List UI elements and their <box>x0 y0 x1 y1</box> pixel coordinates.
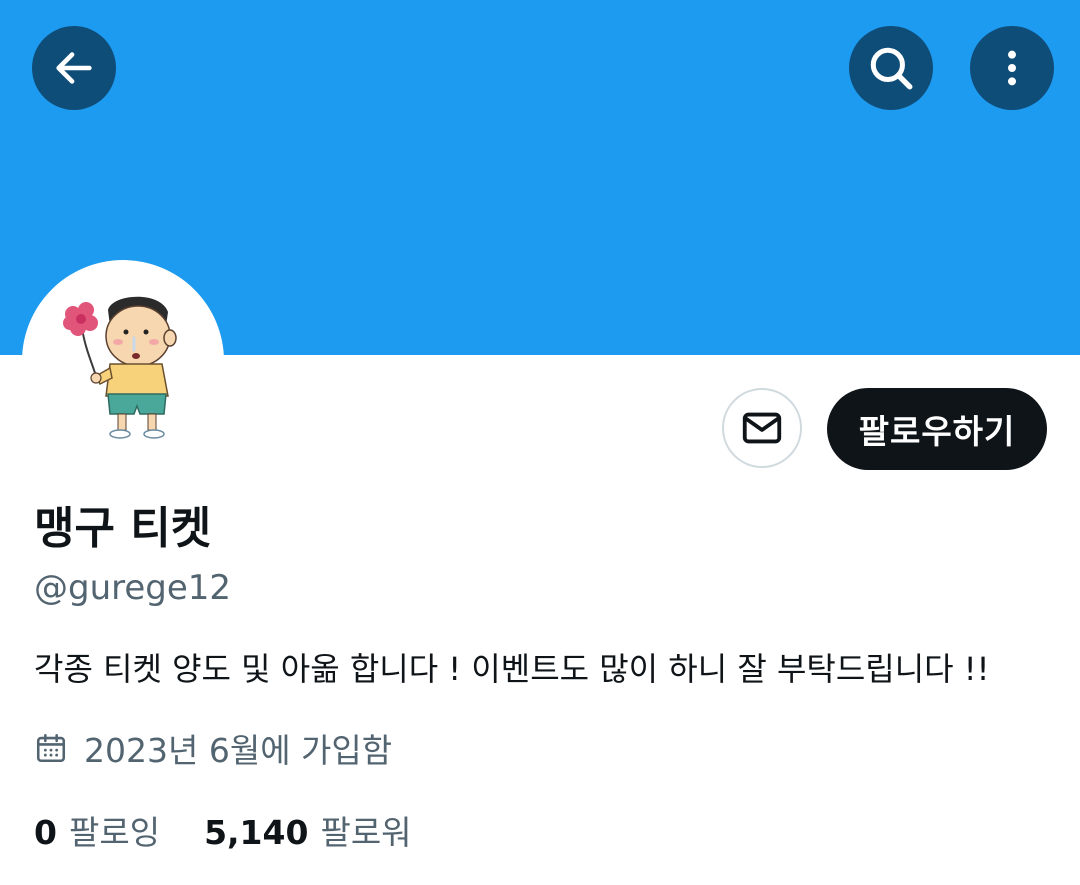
avatar-image <box>30 268 216 454</box>
more-vertical-icon <box>1008 50 1016 86</box>
follow-button[interactable]: 팔로우하기 <box>827 388 1047 470</box>
user-handle: @gurege12 <box>34 568 232 608</box>
join-date-text: 2023년 6월에 가입함 <box>84 731 393 770</box>
following-label: 팔로잉 <box>68 813 161 852</box>
following-link[interactable]: 0 팔로잉 <box>34 806 160 854</box>
followers-label: 팔로워 <box>320 813 412 852</box>
display-name: 맹구 티켓 <box>34 503 212 554</box>
calendar-icon <box>34 731 68 765</box>
message-button[interactable] <box>722 388 802 468</box>
profile-bio: 각종 티켓 양도 및 아옮 합니다 ! 이벤트도 많이 하니 잘 부탁드립니다 … <box>34 650 990 688</box>
search-icon <box>870 47 913 90</box>
search-button[interactable] <box>849 26 933 110</box>
mail-icon <box>742 412 782 444</box>
more-options-button[interactable] <box>970 26 1054 110</box>
followers-count: 5,140 <box>204 813 309 852</box>
following-count: 0 <box>34 813 57 852</box>
back-button[interactable] <box>32 26 116 110</box>
arrow-left-icon <box>56 52 92 84</box>
join-date: 2023년 6월에 가입함 <box>34 724 392 772</box>
follow-stats: 0 팔로잉 5,140 팔로워 <box>34 806 412 854</box>
followers-link[interactable]: 5,140 팔로워 <box>204 806 411 854</box>
avatar[interactable] <box>22 260 224 462</box>
